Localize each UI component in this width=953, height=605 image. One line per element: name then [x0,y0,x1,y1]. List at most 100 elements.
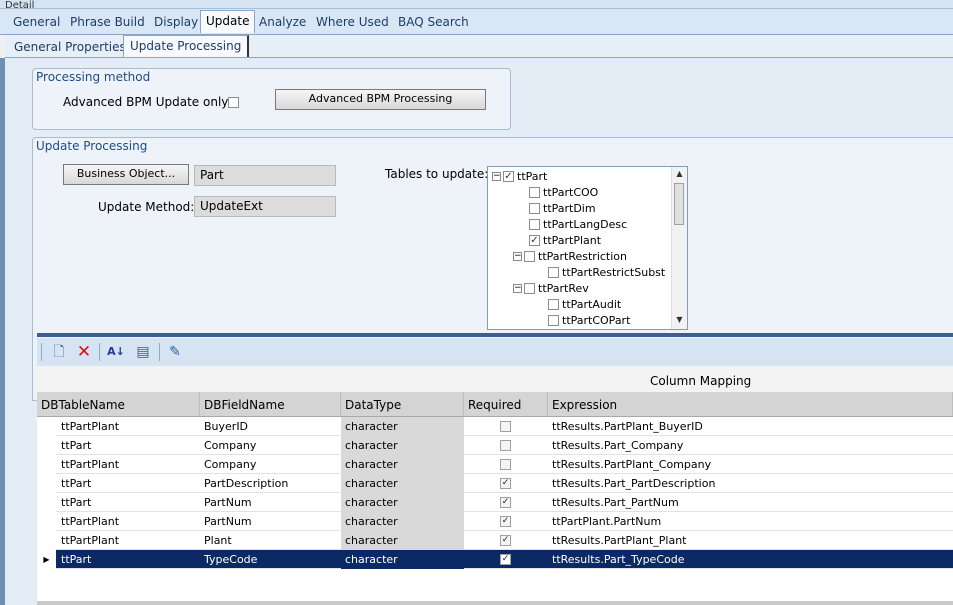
tree-node-ttpartdim[interactable]: ttPartDim [529,202,596,216]
tab-analyze[interactable]: Analyze [259,15,306,29]
table-row[interactable]: ttPartPlant Company character ttResults.… [37,455,953,474]
cell-expression[interactable]: ttResults.PartPlant_Plant [548,531,953,550]
row-selector[interactable] [37,531,56,550]
required-checkbox[interactable]: ✓ [500,497,511,508]
cell-dbtablename[interactable]: ttPart [57,436,200,455]
table-row[interactable]: ttPart PartNum character ✓ ttResults.Par… [37,493,953,512]
tree-checkbox[interactable] [548,314,559,326]
cell-dbtablename[interactable]: ttPartPlant [57,531,200,550]
sort-icon[interactable]: A↓ [107,343,125,361]
tree-node-ttpartrev[interactable]: − ttPartRev [513,282,589,296]
tree-checkbox[interactable]: ✓ [503,170,514,182]
new-icon[interactable]: 🗋 [50,343,68,361]
tab-baq-search[interactable]: BAQ Search [398,15,469,29]
tab-phrase-build[interactable]: Phrase Build [70,15,145,29]
row-selector[interactable] [37,493,56,512]
tab-update-processing[interactable]: Update Processing [123,35,250,57]
required-checkbox[interactable]: ✓ [500,535,511,546]
tree-node-ttpartrestrictsubst[interactable]: ttPartRestrictSubst [548,266,665,280]
tree-node-ttpartaudit[interactable]: ttPartAudit [548,298,621,312]
tree-node-ttpartcopart[interactable]: ttPartCOPart [548,314,630,328]
table-row[interactable]: ttPartPlant Plant character ✓ ttResults.… [37,531,953,550]
collapse-icon[interactable]: − [513,251,522,261]
tree-scrollbar[interactable]: ▲ ▼ [671,167,687,329]
cell-expression[interactable]: ttPartPlant.PartNum [548,512,953,531]
cell-dbtablename[interactable]: ttPart [57,550,200,569]
scroll-up-icon[interactable]: ▲ [672,169,687,178]
tab-where-used[interactable]: Where Used [316,15,389,29]
col-header-expression[interactable]: Expression [548,392,953,416]
cell-dbfieldname[interactable]: Company [200,436,341,455]
scroll-thumb[interactable] [674,183,684,225]
col-header-required[interactable]: Required [464,392,548,416]
collapse-icon[interactable]: − [492,171,501,181]
tab-general-properties[interactable]: General Properties [14,40,126,54]
cell-dbtablename[interactable]: ttPartPlant [57,455,200,474]
current-row-indicator-icon[interactable]: ▶ [37,550,56,569]
tab-update[interactable]: Update [200,10,256,33]
table-row[interactable]: ttPart PartDescription character ✓ ttRes… [37,474,953,493]
tree-node-ttpartrestriction[interactable]: − ttPartRestriction [513,250,627,264]
required-checkbox[interactable]: ✓ [500,554,511,565]
required-checkbox[interactable] [500,459,511,470]
tree-checkbox[interactable] [529,218,540,230]
row-selector[interactable] [37,455,56,474]
cell-expression[interactable]: ttResults.Part_TypeCode [548,550,953,569]
cell-dbfieldname[interactable]: BuyerID [200,417,341,436]
tree-checkbox[interactable]: ✓ [529,234,540,246]
cell-expression[interactable]: ttResults.PartPlant_Company [548,455,953,474]
table-row[interactable]: ttPartPlant BuyerID character ttResults.… [37,417,953,436]
cell-dbfieldname[interactable]: PartNum [200,493,341,512]
col-header-dbtablename[interactable]: DBTableName [37,392,200,416]
tree-checkbox[interactable] [548,266,559,278]
cell-dbfieldname[interactable]: Company [200,455,341,474]
business-object-button[interactable]: Business Object... [63,164,189,185]
required-checkbox[interactable]: ✓ [500,516,511,527]
cell-dbtablename[interactable]: ttPartPlant [57,512,200,531]
cell-expression[interactable]: ttResults.Part_Company [548,436,953,455]
required-checkbox[interactable] [500,421,511,432]
col-header-dbfieldname[interactable]: DBFieldName [200,392,341,416]
cell-dbtablename[interactable]: ttPart [57,474,200,493]
cell-dbtablename[interactable]: ttPartPlant [57,417,200,436]
tree-checkbox[interactable] [524,250,535,262]
table-row[interactable]: ttPart Company character ttResults.Part_… [37,436,953,455]
cell-dbfieldname[interactable]: PartNum [200,512,341,531]
row-selector[interactable] [37,436,56,455]
adv-bpm-only-checkbox[interactable] [228,97,239,108]
tree-checkbox[interactable] [548,298,559,310]
tree-checkbox[interactable] [529,186,540,198]
col-header-datatype[interactable]: DataType [341,392,464,416]
tables-to-update-tree[interactable]: − ✓ ttPart ttPartCOO ttPartDim ttPartLangD… [487,166,688,330]
tree-node-ttpart[interactable]: − ✓ ttPart [492,170,547,184]
tree-node-ttpartcoo[interactable]: ttPartCOO [529,186,598,200]
cell-expression[interactable]: ttResults.PartPlant_BuyerID [548,417,953,436]
tree-checkbox[interactable] [524,282,535,294]
table-row-selected[interactable]: ▶ ttPart TypeCode character ✓ ttResults.… [37,550,953,569]
row-selector[interactable] [37,512,56,531]
tree-node-ttpartlangdesc[interactable]: ttPartLangDesc [529,218,627,232]
cell-expression[interactable]: ttResults.Part_PartNum [548,493,953,512]
cell-dbfieldname[interactable]: TypeCode [200,550,341,569]
required-checkbox[interactable]: ✓ [500,478,511,489]
scroll-down-icon[interactable]: ▼ [672,315,687,324]
cell-expression[interactable]: ttResults.Part_PartDescription [548,474,953,493]
row-selector[interactable] [37,474,56,493]
cell-dbfieldname[interactable]: PartDescription [200,474,341,493]
cell-dbfieldname[interactable]: Plant [200,531,341,550]
tab-general[interactable]: General [13,15,60,29]
delete-icon[interactable]: ✕ [75,343,93,361]
properties-icon[interactable]: ▤ [134,343,152,361]
advanced-bpm-processing-button[interactable]: Advanced BPM Processing [275,89,486,110]
splitter[interactable] [37,333,953,337]
tree-node-ttpartplant[interactable]: ✓ ttPartPlant [529,234,601,248]
row-selector[interactable] [37,417,56,436]
cell-dbtablename[interactable]: ttPart [57,493,200,512]
tree-checkbox[interactable] [529,202,540,214]
collapse-icon[interactable]: − [513,283,522,293]
grid-bottom-scrollbar[interactable] [37,601,953,605]
table-row[interactable]: ttPartPlant PartNum character ✓ ttPartPl… [37,512,953,531]
tab-display[interactable]: Display [154,15,198,29]
required-checkbox[interactable] [500,440,511,451]
edit-icon[interactable]: ✎ [166,343,184,361]
